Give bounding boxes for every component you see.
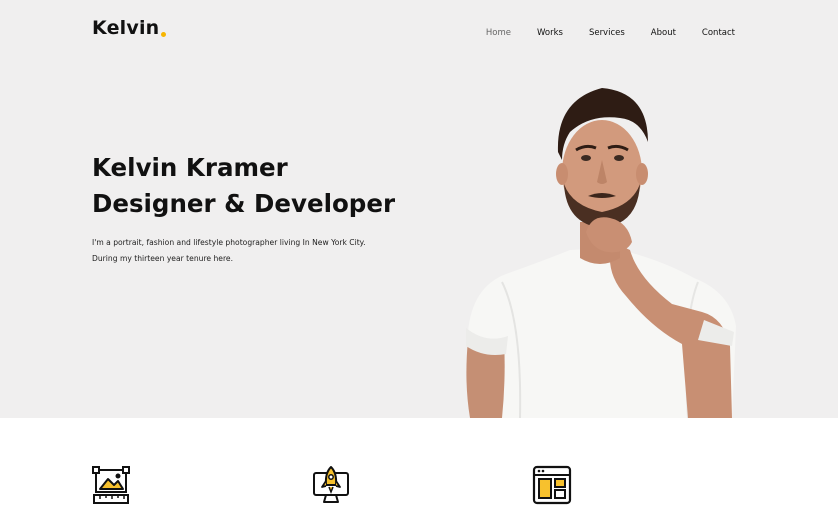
- hero-desc-line1: I'm a portrait, fashion and lifestyle ph…: [92, 238, 366, 247]
- nav-item-works[interactable]: Works: [537, 27, 563, 39]
- image-editing-icon: [92, 466, 130, 504]
- hero-role: Designer & Developer: [92, 189, 396, 218]
- main-nav: Home Works Services About Contact: [460, 27, 735, 39]
- rocket-monitor-icon: [313, 466, 349, 503]
- services-icons: [0, 465, 838, 510]
- hero-section: Kelvin Home Works Services About Contact…: [0, 0, 838, 418]
- portrait-photo: [466, 88, 736, 418]
- nav-item-home[interactable]: Home: [486, 27, 511, 39]
- brand-dot: [161, 32, 167, 37]
- hero-title: Kelvin Kramer Designer & Developer: [92, 150, 395, 222]
- brand-name: Kelvin: [92, 17, 160, 39]
- nav-item-services[interactable]: Services: [589, 27, 625, 39]
- hero-description: I'm a portrait, fashion and lifestyle ph…: [92, 235, 392, 266]
- hero-name: Kelvin Kramer: [92, 153, 288, 182]
- nav-item-about[interactable]: About: [651, 27, 676, 39]
- hero-desc-line2: During my thirteen year tenure here.: [92, 253, 234, 263]
- web-layout-icon: [532, 465, 572, 505]
- nav-item-contact[interactable]: Contact: [702, 27, 735, 39]
- brand-logo[interactable]: Kelvin: [92, 16, 167, 40]
